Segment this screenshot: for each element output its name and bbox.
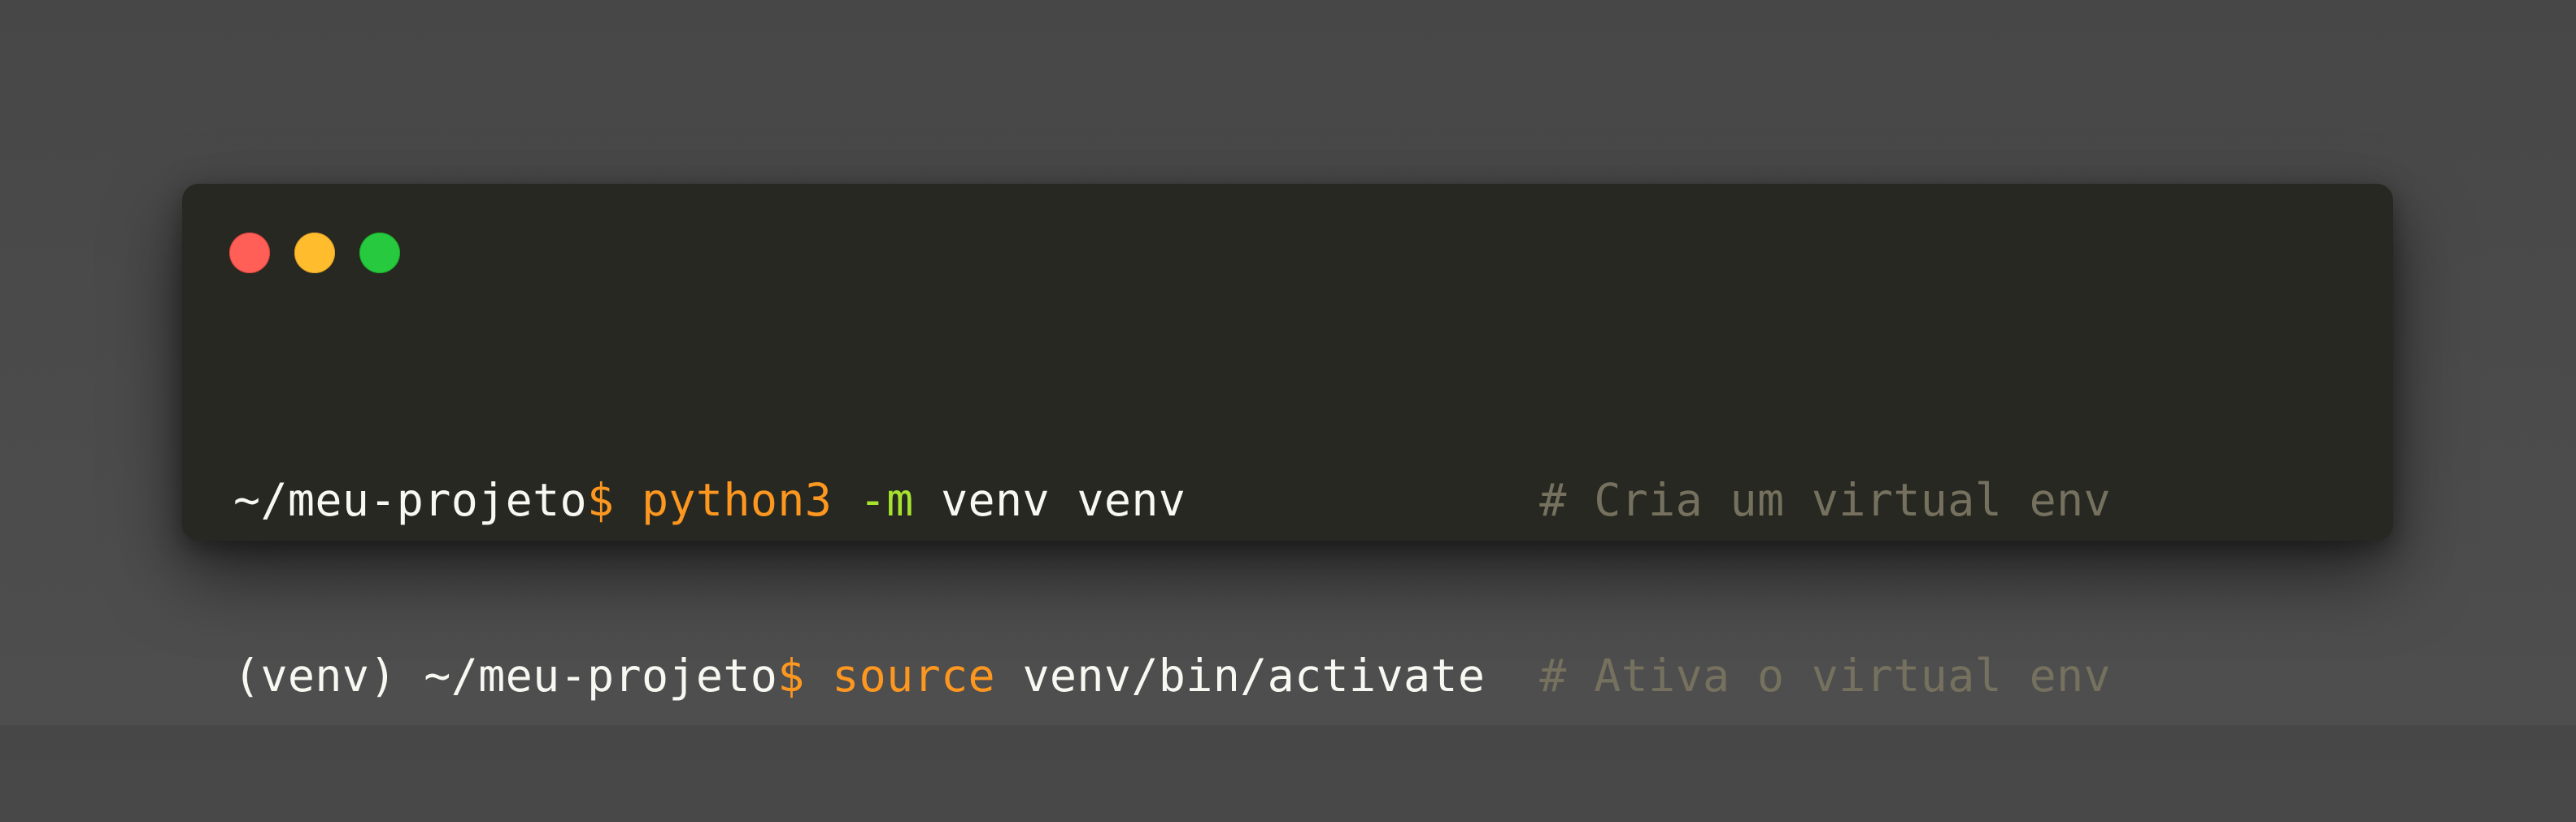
command-name: source (832, 650, 995, 702)
terminal-window: ~/meu-projeto$ python3 -m venv venv # Cr… (182, 184, 2393, 702)
window-controls (229, 233, 400, 273)
terminal-line: ~/meu-projeto$ python3 -m venv venv # Cr… (233, 471, 2111, 529)
minimize-button[interactable] (294, 233, 335, 273)
command-args: venv venv (941, 474, 1186, 526)
prompt-symbol: $ (777, 650, 805, 702)
command-name: python3 (641, 474, 833, 526)
cwd-path: ~/meu-projeto (424, 650, 778, 702)
inline-comment: # Cria um virtual env (1539, 474, 2112, 526)
close-button[interactable] (229, 233, 270, 273)
venv-indicator: (venv) (233, 650, 424, 702)
maximize-button[interactable] (359, 233, 400, 273)
terminal-output: ~/meu-projeto$ python3 -m venv venv # Cr… (233, 354, 2111, 822)
inline-comment: # Ativa o virtual env (1539, 650, 2111, 702)
prompt-symbol: $ (587, 474, 615, 526)
cwd-path: ~/meu-projeto (233, 474, 588, 526)
terminal-line: (venv) ~/meu-projeto$ source venv/bin/ac… (233, 646, 2111, 705)
page-background: { "window": { "controls": [ {"name": "cl… (0, 0, 2576, 725)
command-args: venv/bin/activate (1022, 650, 1486, 702)
command-flag: -m (859, 474, 914, 526)
